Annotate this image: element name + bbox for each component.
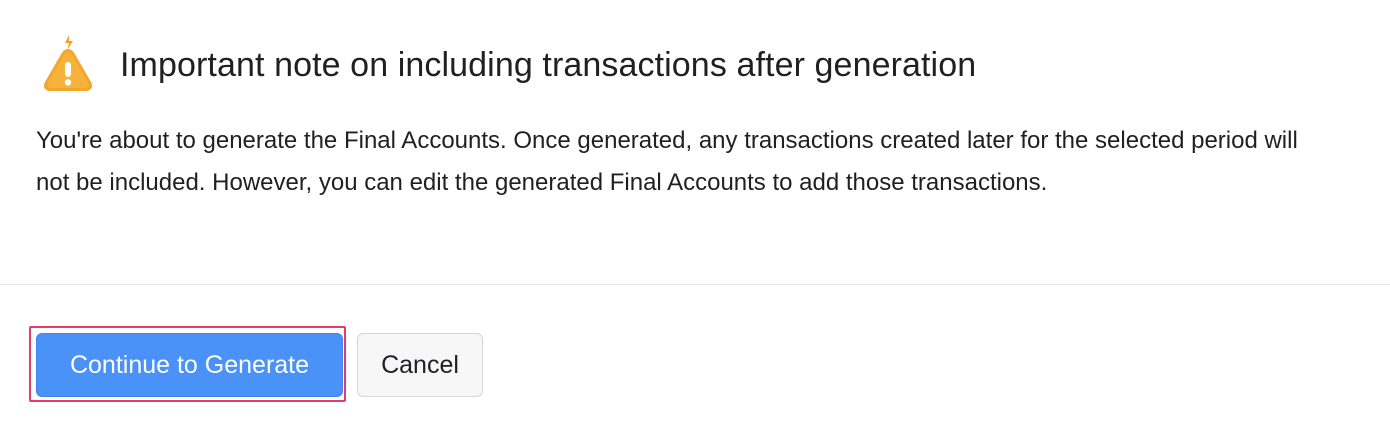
dialog-footer: Continue to Generate Cancel: [36, 333, 483, 397]
warning-triangle-icon: [36, 33, 100, 97]
continue-to-generate-button[interactable]: Continue to Generate: [36, 333, 343, 397]
dialog-title: Important note on including transactions…: [120, 45, 977, 84]
dialog-header: Important note on including transactions…: [36, 30, 976, 100]
final-accounts-confirm-dialog: Important note on including transactions…: [0, 0, 1390, 438]
cancel-button[interactable]: Cancel: [357, 333, 483, 397]
footer-divider: [0, 284, 1390, 285]
dialog-message: You're about to generate the Final Accou…: [36, 127, 1298, 196]
